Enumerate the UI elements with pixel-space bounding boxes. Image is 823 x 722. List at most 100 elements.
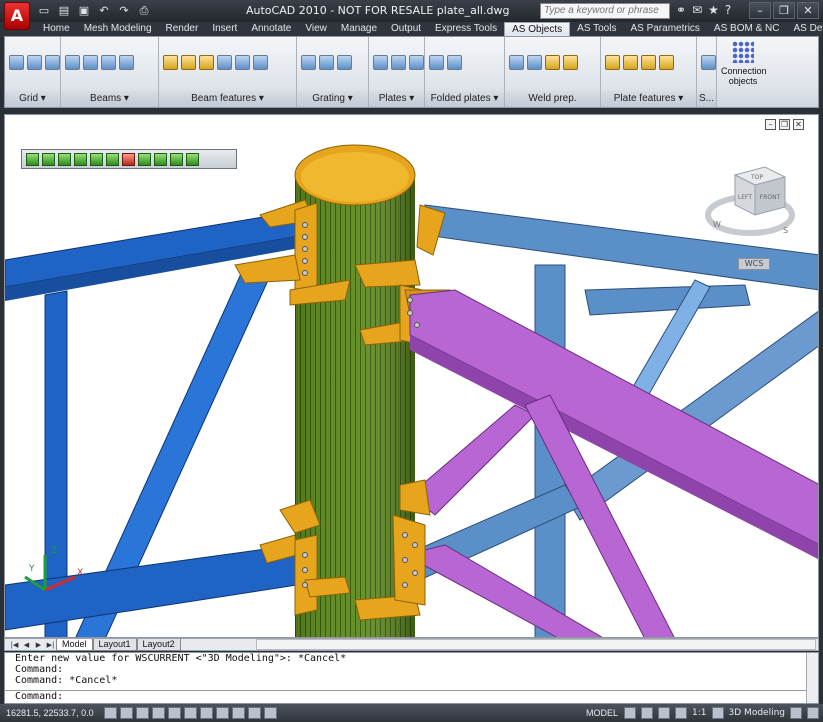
drawing-viewport[interactable]: – ❐ ✕ TOP LEFT FRONT W S Z X Y WCS [4, 114, 819, 638]
toolbar-tool-10-icon[interactable] [170, 152, 183, 166]
tab-render[interactable]: Render [159, 22, 206, 36]
tab-layout1[interactable]: Layout1 [92, 638, 137, 651]
grating-2-icon[interactable] [319, 55, 334, 70]
toolbar-tool-4-icon[interactable] [74, 152, 87, 166]
grid-icon[interactable] [9, 55, 24, 70]
plate-icon[interactable] [373, 55, 388, 70]
ducs-icon[interactable] [216, 707, 229, 719]
command-input[interactable]: Command: [5, 690, 818, 703]
s-tool-icon[interactable] [701, 55, 716, 70]
osnap-icon[interactable] [168, 707, 181, 719]
3d-osnap-icon[interactable] [184, 707, 197, 719]
tab-mesh-modeling[interactable]: Mesh Modeling [77, 22, 159, 36]
clean-screen-icon[interactable] [807, 707, 819, 719]
plate-3-icon[interactable] [409, 55, 424, 70]
model-space-button[interactable]: MODEL [586, 708, 618, 718]
workspace-switch[interactable]: 3D Modeling [729, 708, 785, 718]
i-beam-2-icon[interactable] [83, 55, 98, 70]
tab-manage[interactable]: Manage [334, 22, 384, 36]
otrack-icon[interactable] [200, 707, 213, 719]
open-icon[interactable]: ▤ [56, 3, 72, 18]
tab-as-parametrics[interactable]: AS Parametrics [623, 22, 706, 36]
plate-feature-icon[interactable] [605, 55, 620, 70]
toolbar-tool-6-icon[interactable] [106, 152, 119, 166]
communication-icon[interactable]: ✉ [692, 3, 702, 17]
beam-cut-icon[interactable] [163, 55, 178, 70]
quick-view-layouts-icon[interactable] [624, 707, 637, 719]
plate-feature-4-icon[interactable] [659, 55, 674, 70]
tab-as-detailing[interactable]: AS Detailing [787, 22, 823, 36]
quick-properties-icon[interactable] [264, 707, 277, 719]
first-layout-icon[interactable]: |◀ [9, 640, 20, 650]
grid-display-icon[interactable] [120, 707, 133, 719]
curved-beam-icon[interactable] [119, 55, 134, 70]
toolbar-tool-5-icon[interactable] [90, 152, 103, 166]
panel-title-weld-prep[interactable]: Weld prep. [505, 91, 600, 107]
weld-prep-4-icon[interactable] [563, 55, 578, 70]
beam-contour-icon[interactable] [253, 55, 268, 70]
panel-title-plates[interactable]: Plates ▾ [369, 91, 424, 107]
panel-title-s[interactable]: S... [697, 91, 716, 107]
weld-prep-2-icon[interactable] [527, 55, 542, 70]
beam-cope-icon[interactable] [199, 55, 214, 70]
application-menu-button[interactable]: A [4, 2, 30, 30]
i-beam-3-icon[interactable] [101, 55, 116, 70]
tab-layout2[interactable]: Layout2 [136, 638, 181, 651]
new-icon[interactable]: ▭ [36, 3, 52, 18]
tab-annotate[interactable]: Annotate [244, 22, 298, 36]
panel-title-beam-features[interactable]: Beam features ▾ [159, 91, 296, 107]
save-icon[interactable]: ▣ [76, 3, 92, 18]
plot-icon[interactable]: ⎙ [136, 3, 152, 18]
toolbar-tool-9-icon[interactable] [154, 152, 167, 166]
snap-icon[interactable] [104, 707, 117, 719]
toolbar-tool-7-icon[interactable] [122, 152, 135, 166]
viewcube[interactable]: TOP LEFT FRONT W S [705, 166, 795, 236]
viewport-minimize-icon[interactable]: – [765, 119, 776, 130]
binoculars-icon[interactable]: ⚭ [676, 3, 686, 17]
weld-prep-icon[interactable] [509, 55, 524, 70]
tab-home[interactable]: Home [36, 22, 77, 36]
plate-feature-2-icon[interactable] [623, 55, 638, 70]
redo-icon[interactable]: ↷ [116, 3, 132, 18]
toolbar-tool-8-icon[interactable] [138, 152, 151, 166]
lock-icon[interactable] [790, 707, 802, 719]
toolbar-tool-2-icon[interactable] [42, 152, 55, 166]
i-beam-icon[interactable] [65, 55, 80, 70]
prev-layout-icon[interactable]: ◀ [21, 640, 32, 650]
coordinate-readout[interactable]: 16281.5, 22533.7, 0.0 [0, 708, 104, 718]
weld-prep-3-icon[interactable] [545, 55, 560, 70]
ortho-icon[interactable] [136, 707, 149, 719]
polar-icon[interactable] [152, 707, 165, 719]
plate-2-icon[interactable] [391, 55, 406, 70]
panel-title-folded-plates[interactable]: Folded plates ▾ [425, 91, 504, 107]
plate-feature-3-icon[interactable] [641, 55, 656, 70]
tab-as-tools[interactable]: AS Tools [570, 22, 623, 36]
tab-model[interactable]: Model [56, 638, 93, 651]
tab-express-tools[interactable]: Express Tools [428, 22, 504, 36]
viewport-restore-icon[interactable]: ❐ [779, 119, 790, 130]
tab-as-objects[interactable]: AS Objects [504, 22, 571, 36]
favorites-star-icon[interactable]: ★ [708, 3, 719, 17]
next-layout-icon[interactable]: ▶ [33, 640, 44, 650]
workspace-gear-icon[interactable] [711, 707, 724, 719]
toolbar-tool-11-icon[interactable] [186, 152, 199, 166]
tab-as-bom-nc[interactable]: AS BOM & NC [707, 22, 787, 36]
minimize-icon[interactable]: – [749, 2, 771, 19]
steel-structure-model[interactable]: TOP LEFT FRONT W S Z X Y [5, 115, 819, 638]
lineweight-icon[interactable] [248, 707, 261, 719]
pan-icon[interactable] [641, 707, 654, 719]
grid-3-icon[interactable] [45, 55, 60, 70]
grating-icon[interactable] [301, 55, 316, 70]
folded-plate-icon[interactable] [429, 55, 444, 70]
restore-icon[interactable]: ❐ [773, 2, 795, 19]
viewport-close-icon[interactable]: ✕ [793, 119, 804, 130]
horizontal-scrollbar[interactable] [256, 639, 816, 650]
search-input[interactable]: Type a keyword or phrase [540, 3, 670, 19]
steering-wheel-icon[interactable] [675, 707, 688, 719]
command-scrollbar[interactable] [806, 653, 818, 703]
annotation-scale[interactable]: 1:1 [692, 708, 706, 718]
beam-shorten-icon[interactable] [217, 55, 232, 70]
panel-title-beams[interactable]: Beams ▾ [61, 91, 158, 107]
last-layout-icon[interactable]: ▶| [45, 640, 56, 650]
help-icon[interactable]: ? [725, 3, 731, 17]
